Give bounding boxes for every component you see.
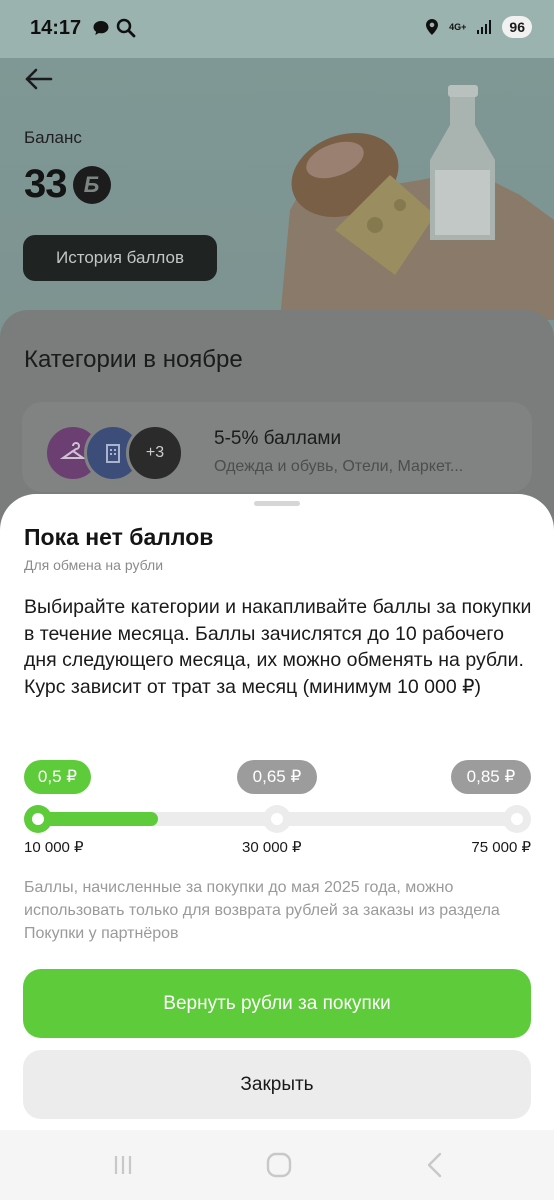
points-icon: Б [72, 165, 111, 204]
battery-indicator: 96 [502, 16, 532, 38]
recent-apps-icon[interactable] [108, 1150, 138, 1180]
back-icon[interactable] [420, 1150, 450, 1180]
rate-pill-1: 0,5 ₽ [24, 760, 91, 794]
categories-title: Категории в ноябре [24, 346, 243, 373]
progress-point-1 [24, 805, 52, 833]
chat-bubble-icon [93, 21, 109, 35]
category-title: 5-5% баллами [214, 428, 342, 449]
progress-point-3 [503, 805, 531, 833]
sheet-subtitle: Для обмена на рубли [24, 557, 164, 573]
network-type: 4G+ [449, 21, 467, 32]
history-button[interactable]: История баллов [23, 235, 217, 281]
arrow-left-icon[interactable] [22, 62, 56, 96]
location-icon [426, 19, 439, 35]
category-subtitle: Одежда и обувь, Отели, Маркет... [214, 458, 464, 475]
progress-point-2 [263, 805, 291, 833]
search-icon [116, 18, 136, 38]
balance-value: 33 [24, 162, 67, 206]
groceries-illustration [280, 85, 554, 320]
balance: 33 Б [24, 162, 111, 207]
drag-handle[interactable] [254, 501, 300, 506]
rate-pill-2: 0,65 ₽ [237, 760, 317, 794]
rate-pill-3: 0,85 ₽ [451, 760, 531, 794]
status-time: 14:17 [30, 17, 82, 39]
sheet-description: Выбирайте категории и накапливайте баллы… [24, 596, 532, 698]
category-item[interactable]: +3 5-5% баллами Одежда и обувь, Отели, М… [22, 402, 532, 492]
balance-label: Баланс [24, 128, 82, 147]
signal-icon [477, 20, 492, 34]
bottom-sheet: Пока нет баллов Для обмена на рубли Выби… [0, 494, 554, 1200]
sheet-title: Пока нет баллов [24, 524, 214, 550]
status-bar: 14:17 4G+ 96 [0, 0, 554, 58]
return-rubles-button[interactable]: Вернуть рубли за покупки [23, 969, 531, 1038]
info-note: Баллы, начисленные за покупки до мая 202… [24, 879, 500, 942]
home-icon[interactable] [264, 1150, 294, 1180]
close-button[interactable]: Закрыть [23, 1050, 531, 1119]
threshold-2: 30 000 ₽ [242, 839, 302, 856]
more-categories-count: +3 [126, 424, 184, 482]
threshold-1: 10 000 ₽ [24, 839, 84, 856]
threshold-3: 75 000 ₽ [471, 839, 531, 856]
navigation-bar [0, 1130, 554, 1200]
